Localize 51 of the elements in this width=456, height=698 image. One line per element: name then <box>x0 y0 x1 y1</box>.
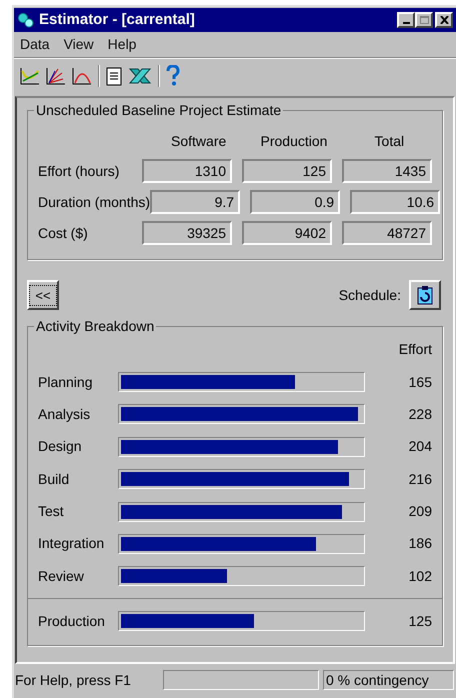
activity-label: Analysis <box>38 404 92 424</box>
help-icon[interactable] <box>166 64 180 86</box>
value-field: 39325 <box>142 221 232 245</box>
row-label: Cost ($) <box>38 224 89 243</box>
curve-icon[interactable] <box>72 66 92 84</box>
activity-label: Integration <box>38 534 106 554</box>
back-button[interactable]: << <box>27 280 59 310</box>
maximize-button[interactable] <box>415 12 433 28</box>
effort-value: 216 <box>408 470 432 489</box>
menu-item[interactable]: Data <box>20 34 50 55</box>
value-field: 9.7 <box>150 190 240 214</box>
activity-label: Test <box>38 502 65 522</box>
activity-label: Production <box>38 612 106 631</box>
close-icon <box>440 16 448 24</box>
minimize-button[interactable] <box>397 12 415 28</box>
effort-value: 204 <box>408 437 432 456</box>
value-field: 1435 <box>342 159 432 183</box>
effort-value: 209 <box>408 502 432 522</box>
chart-icon[interactable] <box>20 66 40 84</box>
effort-value: 186 <box>408 534 432 554</box>
effort-value: 102 <box>408 566 432 586</box>
clipboard-icon <box>417 285 433 305</box>
column-header: Effort <box>398 340 432 359</box>
column-header: Total <box>374 132 406 151</box>
value-field: 48727 <box>342 221 432 245</box>
row-label: Effort (hours) <box>38 162 120 181</box>
activity-label: Review <box>38 566 85 586</box>
menu-item[interactable]: Help <box>108 34 136 55</box>
column-header: Production <box>260 132 328 151</box>
row-label: Duration (months) <box>38 192 150 212</box>
activity-label: Build <box>38 470 70 489</box>
value-field: 9402 <box>242 221 332 245</box>
effort-value: 228 <box>408 404 432 424</box>
activity-label: Planning <box>38 372 94 392</box>
effort-value: 165 <box>408 372 432 392</box>
chart-icon[interactable] <box>46 66 66 84</box>
value-field: 0.9 <box>250 190 340 214</box>
column-header: Software <box>170 132 228 151</box>
value-field: 10.6 <box>350 190 440 214</box>
menu-item[interactable]: View <box>64 34 94 55</box>
status-text: 0 % contingency <box>323 670 454 690</box>
schedule-button[interactable] <box>409 280 441 310</box>
window-title: Estimator - [carrental] <box>39 10 196 30</box>
activity-label: Design <box>38 437 83 456</box>
effort-value: 125 <box>408 612 432 631</box>
value-field: 125 <box>242 159 332 183</box>
notepad-icon[interactable] <box>106 66 122 86</box>
value-field: 1310 <box>142 159 232 183</box>
close-button[interactable] <box>435 12 453 28</box>
status-text: For Help, press F1 <box>14 670 132 690</box>
schedule-label: Schedule: <box>338 286 401 304</box>
